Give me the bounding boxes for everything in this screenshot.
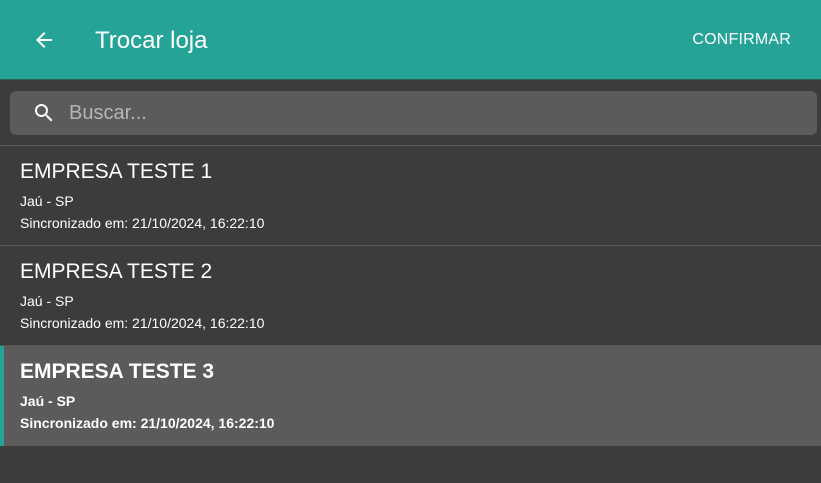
store-city: Jaú - SP [20,293,74,309]
store-city: Jaú - SP [20,393,76,409]
store-name: EMPRESA TESTE 3 [20,360,215,383]
store-sync-time: Sincronizado em: 21/10/2024, 16:22:10 [20,315,265,331]
store-list: EMPRESA TESTE 1 Jaú - SP Sincronizado em… [0,146,821,446]
store-sync-time: Sincronizado em: 21/10/2024, 16:22:10 [20,215,265,231]
app-toolbar: Trocar loja CONFIRMAR [0,0,821,80]
search-icon [35,104,53,122]
search-input[interactable] [69,91,799,135]
store-item-2[interactable]: EMPRESA TESTE 2 Jaú - SP Sincronizado em… [0,246,821,346]
back-button[interactable] [20,16,68,64]
store-name: EMPRESA TESTE 1 [20,160,213,183]
store-item-3[interactable]: EMPRESA TESTE 3 Jaú - SP Sincronizado em… [0,346,821,446]
confirm-button[interactable]: CONFIRMAR [692,29,791,51]
page-title: Trocar loja [95,27,208,54]
arrow-left-icon [36,32,52,48]
store-sync-time: Sincronizado em: 21/10/2024, 16:22:10 [20,415,275,431]
store-item-1[interactable]: EMPRESA TESTE 1 Jaú - SP Sincronizado em… [0,146,821,246]
search-bar [0,80,821,146]
store-name: EMPRESA TESTE 2 [20,260,213,283]
store-city: Jaú - SP [20,193,74,209]
search-box[interactable] [10,91,817,135]
